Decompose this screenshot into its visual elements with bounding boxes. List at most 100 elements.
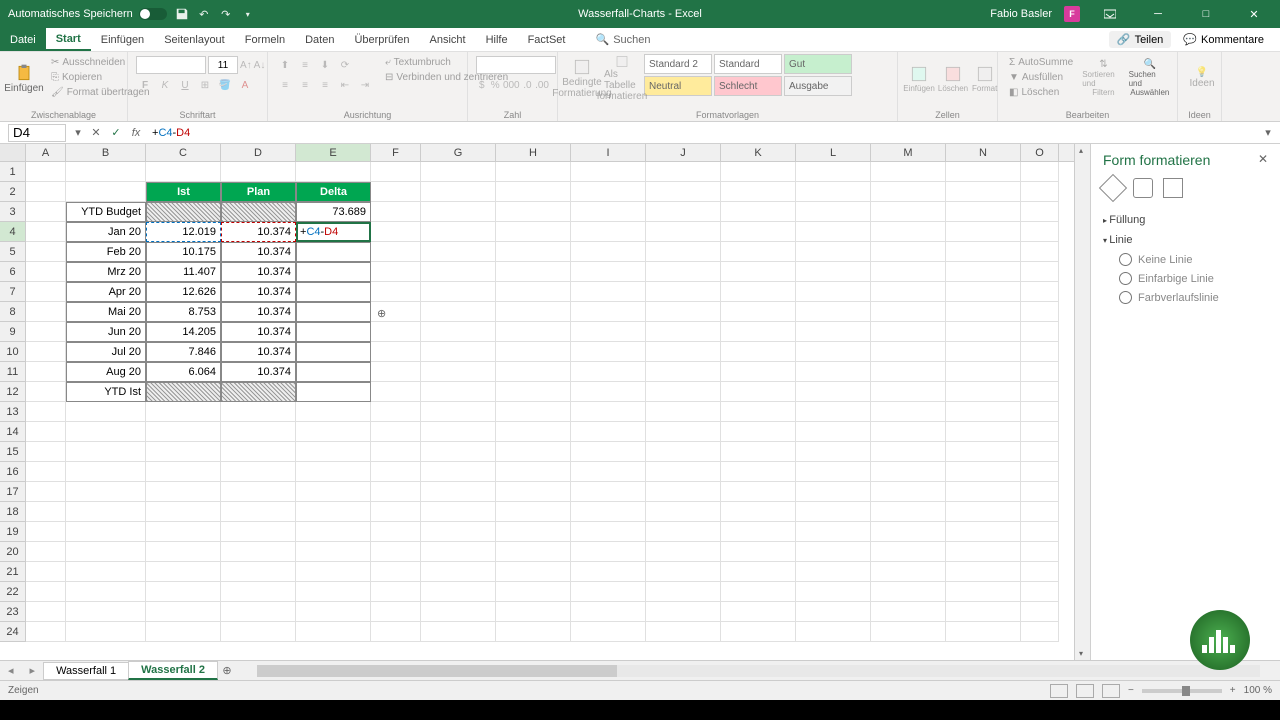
cell-B19[interactable]: [66, 522, 146, 542]
formatcells-button[interactable]: Format: [972, 54, 997, 102]
cell-G21[interactable]: [421, 562, 496, 582]
underline-icon[interactable]: U: [176, 76, 194, 94]
cell-G19[interactable]: [421, 522, 496, 542]
cell-N12[interactable]: [946, 382, 1021, 402]
cell-N9[interactable]: [946, 322, 1021, 342]
cell-A21[interactable]: [26, 562, 66, 582]
cell-J16[interactable]: [646, 462, 721, 482]
cell-B21[interactable]: [66, 562, 146, 582]
cell-G6[interactable]: [421, 262, 496, 282]
cell-F8[interactable]: [371, 302, 421, 322]
cell-I5[interactable]: [571, 242, 646, 262]
cell-D1[interactable]: [221, 162, 296, 182]
cell-H20[interactable]: [496, 542, 571, 562]
cell-D4[interactable]: 10.374: [221, 222, 296, 242]
cell-J5[interactable]: [646, 242, 721, 262]
col-header-E[interactable]: E: [296, 144, 371, 161]
col-header-H[interactable]: H: [496, 144, 571, 161]
cell-K23[interactable]: [721, 602, 796, 622]
tab-review[interactable]: Überprüfen: [344, 28, 419, 51]
cell-E10[interactable]: [296, 342, 371, 362]
cell-O16[interactable]: [1021, 462, 1059, 482]
cell-N15[interactable]: [946, 442, 1021, 462]
cell-M24[interactable]: [871, 622, 946, 642]
cell-D10[interactable]: 10.374: [221, 342, 296, 362]
insertcells-button[interactable]: Einfügen: [904, 54, 934, 102]
cell-E9[interactable]: [296, 322, 371, 342]
save-icon[interactable]: [175, 7, 189, 21]
cell-F11[interactable]: [371, 362, 421, 382]
formula-input[interactable]: +C4-D4: [146, 127, 1260, 139]
cell-K21[interactable]: [721, 562, 796, 582]
cell-N17[interactable]: [946, 482, 1021, 502]
cell-E23[interactable]: [296, 602, 371, 622]
cell-F15[interactable]: [371, 442, 421, 462]
row-header-22[interactable]: 22: [0, 582, 26, 602]
numberformat-select[interactable]: [476, 56, 556, 74]
cell-H16[interactable]: [496, 462, 571, 482]
cell-D11[interactable]: 10.374: [221, 362, 296, 382]
username[interactable]: Fabio Basler: [990, 8, 1052, 20]
cell-F20[interactable]: [371, 542, 421, 562]
col-header-N[interactable]: N: [946, 144, 1021, 161]
name-box[interactable]: [8, 124, 66, 142]
cell-O14[interactable]: [1021, 422, 1059, 442]
align-right-icon[interactable]: ≡: [316, 76, 334, 94]
row-header-16[interactable]: 16: [0, 462, 26, 482]
cell-K13[interactable]: [721, 402, 796, 422]
cell-C12[interactable]: [146, 382, 221, 402]
tab-help[interactable]: Hilfe: [476, 28, 518, 51]
col-header-K[interactable]: K: [721, 144, 796, 161]
cell-N4[interactable]: [946, 222, 1021, 242]
cell-H1[interactable]: [496, 162, 571, 182]
user-avatar[interactable]: F: [1064, 6, 1080, 22]
cell-E12[interactable]: [296, 382, 371, 402]
cell-H7[interactable]: [496, 282, 571, 302]
cell-G20[interactable]: [421, 542, 496, 562]
cell-J22[interactable]: [646, 582, 721, 602]
cell-J11[interactable]: [646, 362, 721, 382]
maximize-icon[interactable]: □: [1188, 0, 1224, 28]
indent-dec-icon[interactable]: ⇤: [336, 76, 354, 94]
cell-M12[interactable]: [871, 382, 946, 402]
cell-J1[interactable]: [646, 162, 721, 182]
cell-D9[interactable]: 10.374: [221, 322, 296, 342]
cell-L10[interactable]: [796, 342, 871, 362]
cell-F21[interactable]: [371, 562, 421, 582]
zoom-out-icon[interactable]: −: [1128, 685, 1134, 696]
cell-E19[interactable]: [296, 522, 371, 542]
cell-C13[interactable]: [146, 402, 221, 422]
cell-B12[interactable]: YTD Ist: [66, 382, 146, 402]
minimize-icon[interactable]: ─: [1140, 0, 1176, 28]
cell-G1[interactable]: [421, 162, 496, 182]
comments-button[interactable]: 💬 Kommentare: [1175, 31, 1272, 48]
toggle-switch[interactable]: [139, 8, 167, 20]
cell-M13[interactable]: [871, 402, 946, 422]
col-header-O[interactable]: O: [1021, 144, 1059, 161]
cell-L3[interactable]: [796, 202, 871, 222]
cell-C22[interactable]: [146, 582, 221, 602]
cell-C9[interactable]: 14.205: [146, 322, 221, 342]
cell-I17[interactable]: [571, 482, 646, 502]
cell-A5[interactable]: [26, 242, 66, 262]
cell-K14[interactable]: [721, 422, 796, 442]
cell-A24[interactable]: [26, 622, 66, 642]
cell-N23[interactable]: [946, 602, 1021, 622]
cell-J7[interactable]: [646, 282, 721, 302]
tab-formulas[interactable]: Formeln: [235, 28, 295, 51]
cell-O5[interactable]: [1021, 242, 1059, 262]
vertical-scrollbar[interactable]: [1074, 144, 1090, 660]
cell-L5[interactable]: [796, 242, 871, 262]
search-box[interactable]: 🔍 Suchen: [595, 28, 650, 51]
row-header-19[interactable]: 19: [0, 522, 26, 542]
cell-I12[interactable]: [571, 382, 646, 402]
cell-D21[interactable]: [221, 562, 296, 582]
cell-N18[interactable]: [946, 502, 1021, 522]
cell-E3[interactable]: 73.689: [296, 202, 371, 222]
cell-A1[interactable]: [26, 162, 66, 182]
zoom-in-icon[interactable]: +: [1230, 685, 1236, 696]
cell-I22[interactable]: [571, 582, 646, 602]
increase-font-icon[interactable]: A↑: [240, 56, 252, 74]
cell-O18[interactable]: [1021, 502, 1059, 522]
col-header-J[interactable]: J: [646, 144, 721, 161]
